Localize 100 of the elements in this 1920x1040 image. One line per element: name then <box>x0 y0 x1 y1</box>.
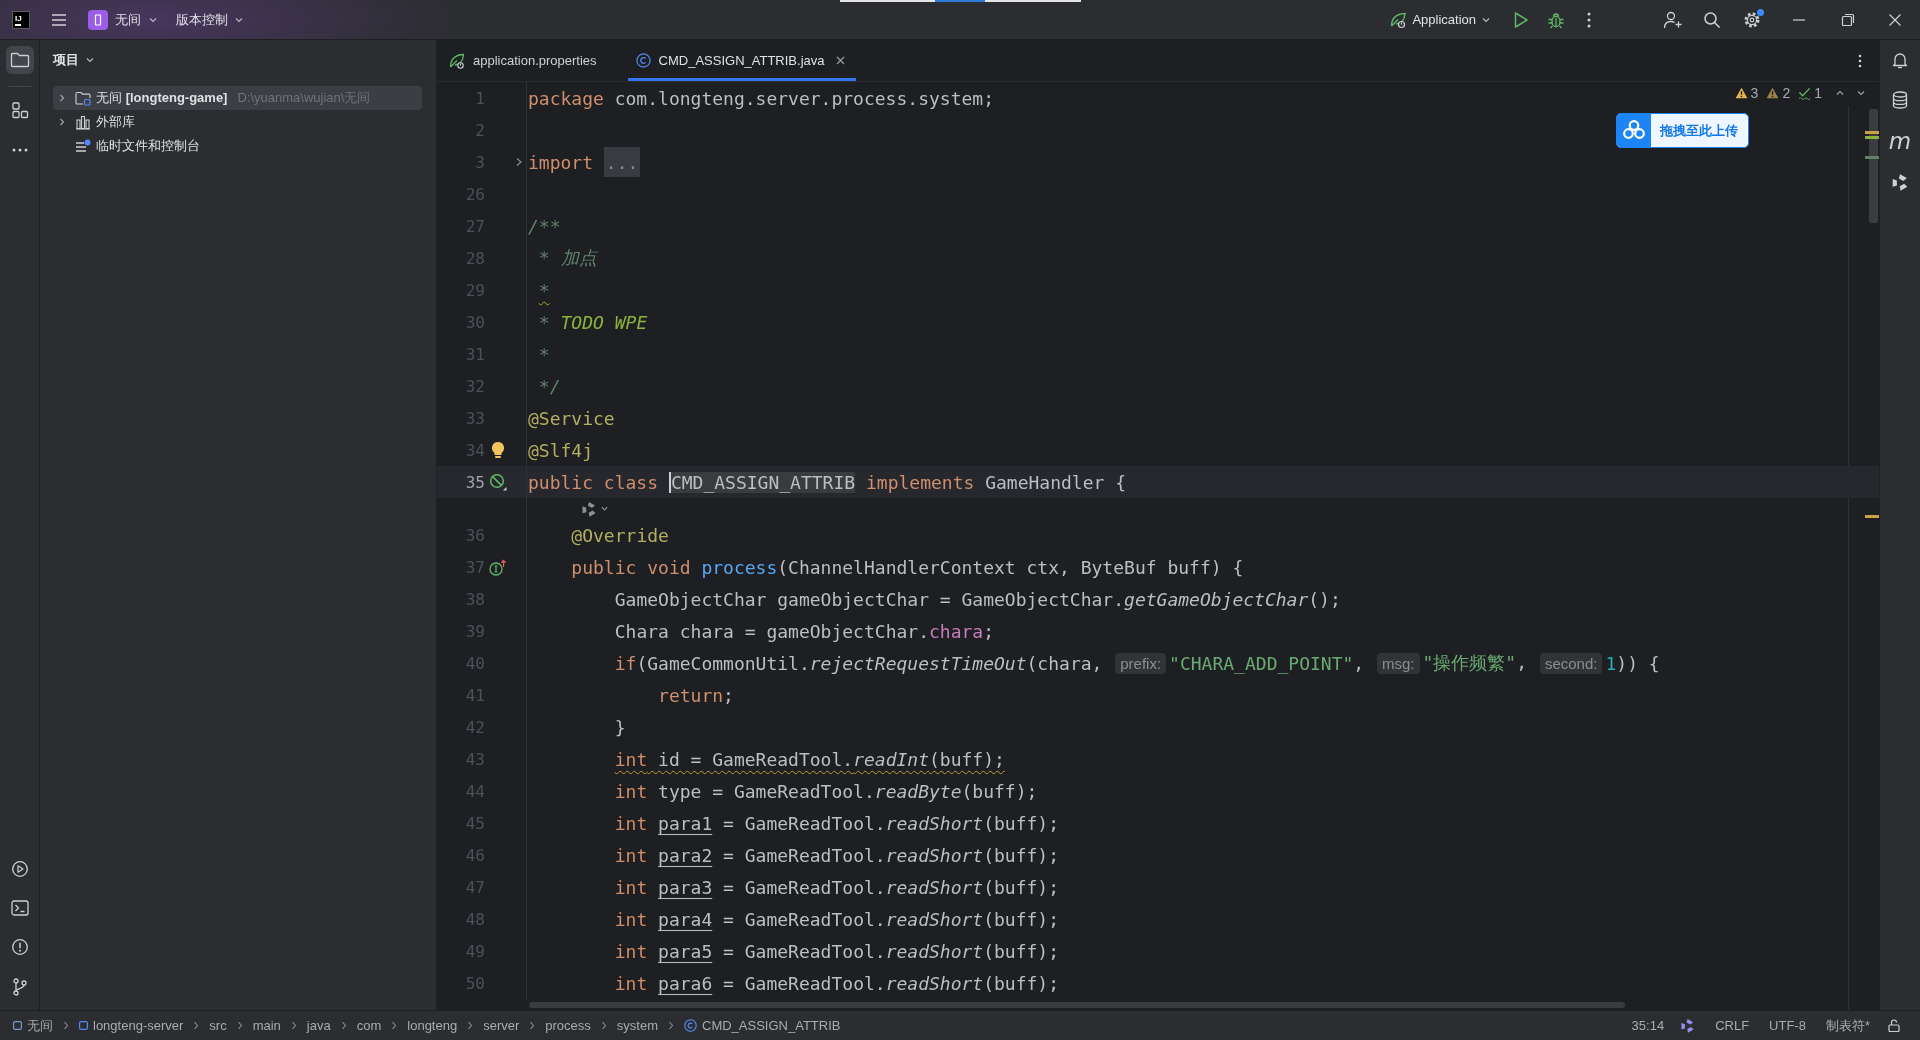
more-icon[interactable] <box>1858 53 1862 68</box>
breadcrumb[interactable]: longteng <box>407 1018 458 1033</box>
circle-up-arrow-icon[interactable] <box>489 558 507 576</box>
code-text: int para2 = GameReadTool.readShort(buff); <box>614 844 1060 866</box>
pinwheel-icon[interactable] <box>581 500 597 517</box>
close-icon[interactable] <box>1887 11 1903 28</box>
scratch-list-icon <box>75 138 91 154</box>
vertical-scrollbar[interactable] <box>1869 109 1878 223</box>
chevron-right-icon <box>340 1021 347 1030</box>
caret-position[interactable]: 35:14 <box>1631 1018 1665 1033</box>
folded-code[interactable]: ... <box>603 147 641 177</box>
chevron-down-icon <box>85 55 95 65</box>
search-icon[interactable] <box>1703 10 1721 29</box>
terminal-icon[interactable] <box>10 900 29 916</box>
open-lock-icon[interactable] <box>1888 1019 1900 1032</box>
tree-item[interactable]: 临时文件和控制台 <box>53 134 422 158</box>
chevron-right-icon[interactable] <box>57 93 67 103</box>
slashed-circle-icon[interactable] <box>489 473 507 491</box>
warning-icon[interactable] <box>1734 87 1748 99</box>
chevron-up-icon[interactable] <box>1835 88 1845 98</box>
code-text: @Slf4j <box>528 439 594 461</box>
vcs-menu[interactable]: 版本控制 <box>176 10 244 29</box>
chevron-right-icon <box>529 1021 536 1030</box>
breadcrumb[interactable]: java <box>306 1018 331 1033</box>
chevron-down-icon[interactable] <box>600 504 609 513</box>
editor-tab[interactable]: application.properties <box>441 40 608 81</box>
code-text: * TODO WPE <box>538 311 648 333</box>
chevron-right-icon <box>63 1021 69 1030</box>
bug-icon[interactable] <box>1547 10 1565 29</box>
project-switcher[interactable]: 无间 <box>88 9 158 30</box>
project-badge-icon <box>88 9 108 30</box>
run-icon[interactable] <box>1513 10 1529 29</box>
branch-icon[interactable] <box>11 978 28 996</box>
project-tool-button[interactable] <box>5 46 34 74</box>
structure-icon <box>10 101 29 119</box>
project-view-selector[interactable]: 项目 <box>53 51 95 69</box>
breadcrumb[interactable]: 无间 <box>13 1016 53 1035</box>
lightbulb-icon[interactable] <box>491 441 505 459</box>
code-text: public void process(ChannelHandlerContext ctx, ByteBuf buff) { <box>571 556 1244 578</box>
code-text: int para3 = GameReadTool.readShort(buff); <box>614 876 1060 898</box>
warning-icon[interactable] <box>1766 87 1780 99</box>
line-number: 35 <box>464 472 485 492</box>
line-separator[interactable]: CRLF <box>1715 1018 1750 1033</box>
code-text: import <box>528 151 595 173</box>
breadcrumb[interactable]: main <box>252 1018 281 1033</box>
app-logo[interactable]: IJ <box>12 10 30 29</box>
breadcrumb[interactable]: src <box>209 1018 227 1033</box>
bell-icon[interactable] <box>1891 51 1909 69</box>
code-text: int para6 = GameReadTool.readShort(buff); <box>614 972 1060 994</box>
code-text: * <box>538 279 550 301</box>
c-circle-icon <box>684 1019 697 1032</box>
typo-count[interactable]: 1 <box>1814 85 1822 101</box>
code-text: "操作频繁", <box>1422 651 1529 675</box>
settings-icon[interactable] <box>1743 10 1761 29</box>
breadcrumb[interactable]: server <box>483 1018 520 1033</box>
upload-button[interactable]: 拖拽至此上传 <box>1616 113 1749 148</box>
breadcrumb[interactable]: system <box>616 1018 658 1033</box>
chevron-right-icon <box>467 1021 474 1030</box>
code-text: */ <box>538 375 561 397</box>
breadcrumb[interactable]: CMD_ASSIGN_ATTRIB <box>684 1018 841 1033</box>
add-user-icon[interactable] <box>1663 10 1683 29</box>
code-text: int para4 = GameReadTool.readShort(buff); <box>614 908 1060 930</box>
pinwheel-icon[interactable] <box>1680 1018 1696 1033</box>
warning-count[interactable]: 3 <box>1750 85 1759 101</box>
weak-warning-count[interactable]: 2 <box>1782 85 1791 101</box>
code-text: GameObjectChar gameObjectChar = GameObjectChar.getGameObjectChar(); <box>614 588 1341 610</box>
c-circle-icon <box>635 53 651 68</box>
chevron-right-icon <box>391 1021 398 1030</box>
square-icon <box>13 1021 22 1030</box>
code-text: public class CMD_ASSIGN_ATTRIB implements GameHandler { <box>528 471 1127 493</box>
chevron-right-icon[interactable] <box>514 157 523 167</box>
code-text: int para5 = GameReadTool.readShort(buff); <box>614 940 1060 962</box>
breadcrumb[interactable]: longteng-server <box>79 1018 184 1033</box>
problems-icon[interactable] <box>10 938 29 956</box>
check-icon[interactable] <box>1798 86 1812 100</box>
restore-icon[interactable] <box>1840 11 1856 28</box>
code-text: int type = GameReadTool.readByte(buff); <box>614 780 1038 802</box>
chevron-down-icon[interactable] <box>1856 88 1866 98</box>
run-config-selector[interactable]: Application <box>1389 10 1491 29</box>
file-encoding[interactable]: UTF-8 <box>1769 1018 1806 1033</box>
run-icon[interactable] <box>10 860 29 878</box>
chevron-right-icon[interactable] <box>57 117 67 127</box>
horizontal-scrollbar[interactable] <box>529 1002 1625 1008</box>
chevron-right-icon <box>600 1021 607 1030</box>
maven-button[interactable]: m <box>1888 131 1912 151</box>
three-rings-icon <box>1617 114 1651 147</box>
pinwheel-icon[interactable] <box>1891 173 1909 191</box>
close-icon[interactable] <box>835 56 845 65</box>
code-text: * 加点 <box>538 246 597 270</box>
indent-setting[interactable]: 制表符* <box>1825 1016 1870 1035</box>
code-text: 1)) { <box>1605 652 1660 674</box>
inlay-hint: prefix: <box>1115 652 1167 674</box>
editor-tab[interactable]: CMD_ASSIGN_ATTRIB.java <box>627 40 856 81</box>
more-icon[interactable] <box>1587 11 1591 28</box>
database-icon[interactable] <box>1892 91 1908 109</box>
folder-icon <box>75 90 91 106</box>
breadcrumb[interactable]: process <box>545 1018 591 1033</box>
code-text: int para1 = GameReadTool.readShort(buff); <box>614 812 1060 834</box>
breadcrumb[interactable]: com <box>356 1018 382 1033</box>
tree-item[interactable]: 外部库 <box>53 110 422 134</box>
